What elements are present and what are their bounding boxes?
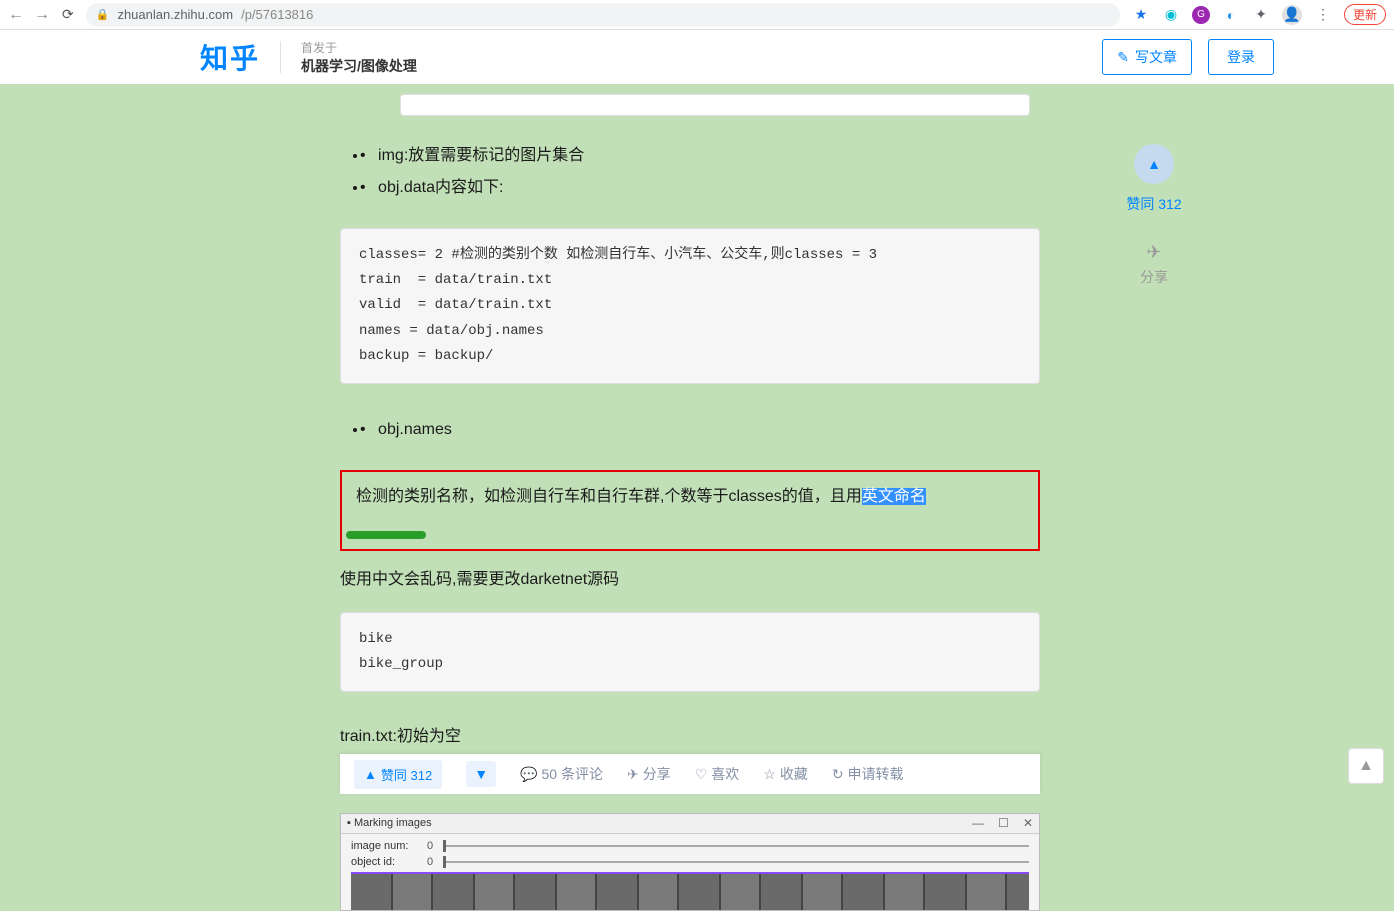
code-block-partial [400, 94, 1030, 116]
code-block-objnames: bike bike_group [340, 612, 1040, 692]
minimize-icon: — [972, 816, 984, 830]
profile-avatar-icon[interactable]: 👤 [1282, 5, 1302, 25]
url-path: /p/57613816 [241, 7, 313, 22]
para-train-txt: train.txt:初始为空 [340, 722, 1040, 752]
share-paper-plane-icon[interactable]: ✈ [1114, 242, 1194, 263]
upvote-circle-button[interactable]: ▲ [1134, 144, 1174, 184]
floating-action-sidebar: ▲ 赞同 312 ✈ 分享 [1114, 144, 1194, 287]
upvote-button[interactable]: ▲ 赞同 312 [354, 760, 442, 789]
para-garbled-note: 使用中文会乱码,需要更改darketnet源码 [340, 565, 1040, 595]
extensions-puzzle-icon[interactable]: ✦ [1252, 6, 1270, 24]
bullet-objnames: obj.names [368, 414, 1040, 446]
zhihu-logo[interactable]: 知乎 [200, 37, 260, 77]
nav-forward-button[interactable]: → [34, 6, 50, 24]
bullet-img: img:放置需要标记的图片集合 [368, 140, 1040, 172]
extension-icon-2[interactable]: G [1192, 6, 1210, 24]
header-divider [280, 41, 281, 73]
browser-menu-icon[interactable]: ⋮ [1314, 6, 1332, 24]
code-block-objdata: classes= 2 #检测的类别个数 如检测自行车、小汽车、公交车,则clas… [340, 228, 1040, 384]
nav-back-button[interactable]: ← [8, 6, 24, 24]
login-button[interactable]: 登录 [1208, 39, 1274, 75]
comment-icon: 💬 [520, 766, 537, 783]
image-num-slider [443, 845, 1029, 847]
upvote-count-label[interactable]: 赞同 312 [1114, 194, 1194, 214]
extension-icon-1[interactable]: ◉ [1162, 6, 1180, 24]
bookmark-star-icon[interactable]: ★ [1132, 6, 1150, 24]
app-window-icon: ▪ [347, 817, 351, 829]
maximize-icon: ☐ [998, 816, 1009, 830]
object-id-value: 0 [427, 856, 437, 868]
share-icon: ✈ [627, 766, 639, 783]
republish-icon: ↻ [832, 766, 844, 783]
green-underline-decoration [346, 531, 426, 539]
downvote-button[interactable]: ▼ [466, 761, 496, 787]
pencil-icon: ✎ [1117, 49, 1129, 66]
comments-button[interactable]: 💬50 条评论 [520, 764, 603, 784]
image-num-label: image num: [351, 840, 421, 852]
like-button[interactable]: ♡喜欢 [695, 764, 740, 784]
bullet-objdata: obj.data内容如下: [368, 172, 1040, 204]
embedded-app-screenshot: ▪ Marking images — ☐ ✕ image num: 0 obje… [340, 813, 1040, 911]
object-id-slider [443, 861, 1029, 863]
publish-column-link[interactable]: 机器学习/图像处理 [301, 56, 417, 76]
back-to-top-button[interactable]: ▲ [1348, 748, 1384, 784]
thumbnail-strip [351, 872, 1029, 910]
star-icon: ☆ [763, 766, 776, 783]
heart-icon: ♡ [695, 766, 708, 783]
share-button[interactable]: ✈分享 [627, 764, 671, 784]
share-label[interactable]: 分享 [1114, 267, 1194, 287]
url-host: zhuanlan.zhihu.com [117, 7, 233, 22]
browser-toolbar: ← → ⟳ 🔒 zhuanlan.zhihu.com/p/57613816 ★ … [0, 0, 1394, 30]
write-article-label: 写文章 [1135, 47, 1177, 67]
app-window-title: Marking images [354, 817, 432, 829]
url-bar[interactable]: 🔒 zhuanlan.zhihu.com/p/57613816 [86, 3, 1120, 27]
close-icon: ✕ [1023, 816, 1033, 830]
image-num-value: 0 [427, 840, 437, 852]
highlighted-note-box: 检测的类别名称，如检测自行车和自行车群,个数等于classes的值，且用英文命名 [340, 470, 1040, 551]
extension-icon-3[interactable]: ◐ [1222, 6, 1240, 24]
site-header: 知乎 首发于 机器学习/图像处理 ✎ 写文章 登录 [0, 30, 1394, 84]
object-id-label: object id: [351, 856, 421, 868]
selected-text: 英文命名 [862, 488, 926, 505]
publish-prefix-label: 首发于 [301, 39, 417, 56]
article-action-bar: ▲ 赞同 312 ▼ 💬50 条评论 ✈分享 ♡喜欢 ☆收藏 ↻申请转载 [340, 754, 1040, 794]
browser-update-button[interactable]: 更新 [1344, 4, 1386, 25]
lock-icon: 🔒 [96, 8, 110, 21]
write-article-button[interactable]: ✎ 写文章 [1102, 39, 1192, 75]
note-text-prefix: 检测的类别名称，如检测自行车和自行车群,个数等于classes的值，且用 [356, 488, 862, 505]
republish-button[interactable]: ↻申请转载 [832, 764, 904, 784]
reload-button[interactable]: ⟳ [62, 6, 74, 23]
collect-button[interactable]: ☆收藏 [763, 764, 808, 784]
